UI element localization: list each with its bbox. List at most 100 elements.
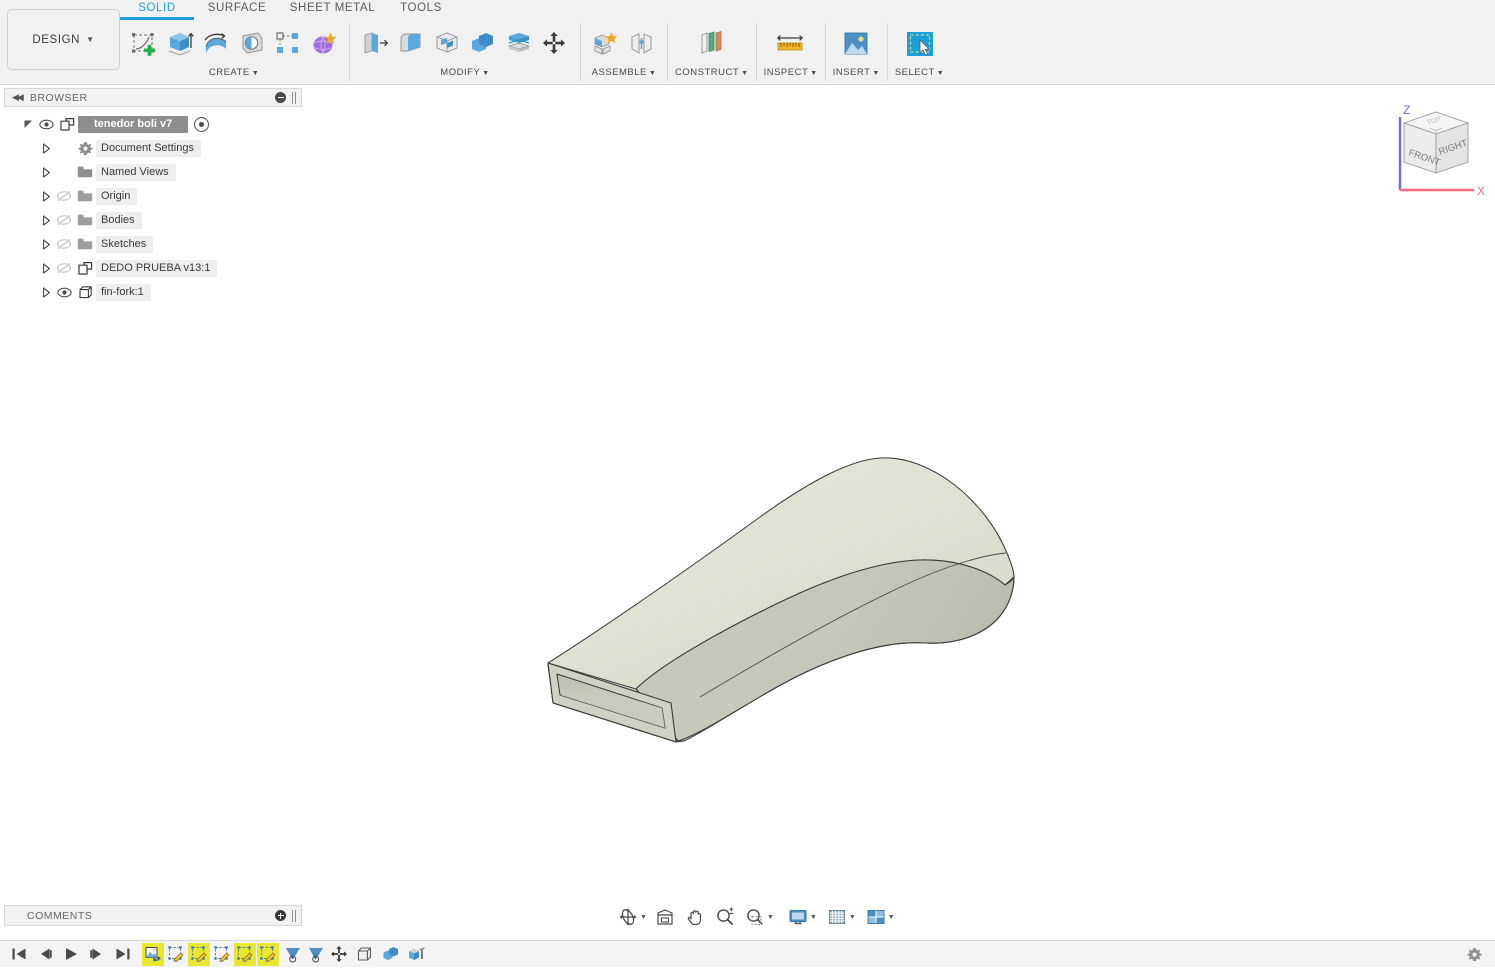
offset-face-icon[interactable] <box>501 24 537 64</box>
zoom-window-icon[interactable]: ▼ <box>745 907 774 927</box>
timeline-play-button[interactable] <box>58 941 84 968</box>
timeline-feature-move-copy[interactable] <box>328 943 350 966</box>
tab-sheet-metal[interactable]: SHEET METAL <box>280 0 385 20</box>
orbit-icon[interactable]: ▼ <box>618 907 647 927</box>
z-axis-label: Z <box>1403 103 1410 117</box>
tab-surface[interactable]: SURFACE <box>194 0 280 20</box>
timeline-feature-sketch-1[interactable] <box>165 943 187 966</box>
tab-solid-label: SOLID <box>138 2 176 14</box>
zoom-icon[interactable] <box>715 907 735 927</box>
visibility-eye-off-icon[interactable] <box>54 214 74 226</box>
ribbon-group-create-label[interactable]: CREATE▼ <box>209 67 259 78</box>
expand-arrow-icon[interactable] <box>38 143 54 154</box>
move-copy-icon[interactable] <box>537 24 573 64</box>
tab-solid[interactable]: SOLID <box>120 0 194 20</box>
view-cube[interactable]: Z X FRONT RIGHT TOP <box>1378 95 1490 203</box>
timeline-feature-extrude[interactable] <box>406 943 428 966</box>
new-component-icon[interactable] <box>588 24 624 64</box>
timeline-feature-sketch-4[interactable] <box>234 943 256 966</box>
tree-node-origin[interactable]: Origin <box>4 184 302 208</box>
visibility-eye-off-icon[interactable] <box>54 238 74 250</box>
visibility-eye-off-icon[interactable] <box>54 190 74 202</box>
tree-node-root[interactable]: tenedor boli v7 <box>4 112 302 136</box>
viewport-layout-icon[interactable]: ▼ <box>866 907 895 927</box>
timeline-feature-sketch-3[interactable] <box>211 943 233 966</box>
timeline-settings-gear-icon[interactable] <box>1467 947 1482 967</box>
expand-arrow-icon[interactable] <box>38 239 54 250</box>
joint-icon[interactable] <box>624 24 660 64</box>
expand-arrow-icon[interactable] <box>38 287 54 298</box>
minus-circle-icon[interactable] <box>275 92 286 103</box>
tree-node-bodies[interactable]: Bodies <box>4 208 302 232</box>
chevron-down-icon: ▼ <box>741 70 748 77</box>
timeline-step-backward-button[interactable] <box>32 941 58 968</box>
press-pull-icon[interactable] <box>357 24 393 64</box>
measure-icon[interactable] <box>773 24 809 64</box>
comments-title: COMMENTS <box>27 910 275 922</box>
pan-hand-icon[interactable] <box>685 907 705 927</box>
visibility-eye-off-icon[interactable] <box>54 262 74 274</box>
expand-arrow-icon[interactable] <box>38 215 54 226</box>
tab-surface-label: SURFACE <box>208 2 267 14</box>
folder-icon <box>74 189 96 203</box>
expand-arrow-icon[interactable] <box>38 263 54 274</box>
plus-circle-icon[interactable] <box>275 910 286 921</box>
ribbon-group-assemble-label[interactable]: ASSEMBLE▼ <box>592 67 657 78</box>
expand-arrow-icon[interactable] <box>38 167 54 178</box>
activate-component-radio[interactable] <box>194 117 209 132</box>
select-window-icon[interactable] <box>902 24 938 64</box>
ribbon-group-inspect-label[interactable]: INSPECT▼ <box>764 67 818 78</box>
ribbon-group-construct-label[interactable]: CONSTRUCT▼ <box>675 67 749 78</box>
visibility-eye-icon[interactable] <box>36 119 56 130</box>
tree-node-dedo-prueba[interactable]: DEDO PRUEBA v13:1 <box>4 256 302 280</box>
insert-image-icon[interactable] <box>838 24 874 64</box>
timeline-feature-insert-canvas[interactable] <box>142 943 164 966</box>
timeline-feature-loft-1[interactable] <box>282 943 304 966</box>
tree-node-document-settings[interactable]: Document Settings <box>4 136 302 160</box>
revolve-icon[interactable] <box>198 24 234 64</box>
timeline-feature-body[interactable] <box>354 943 376 966</box>
ribbon-group-insert-label[interactable]: INSERT▼ <box>833 67 880 78</box>
display-settings-icon[interactable]: ▼ <box>788 907 817 927</box>
workspace-switcher-button[interactable]: DESIGN ▼ <box>7 9 120 70</box>
tree-node-fin-fork[interactable]: fin-fork:1 <box>4 280 302 304</box>
double-chevron-left-icon[interactable]: ◀◀ <box>12 92 22 103</box>
ribbon-group-assemble: ASSEMBLE▼ <box>588 20 660 82</box>
tab-tools[interactable]: TOOLS <box>385 0 457 20</box>
navigation-bar: ▼ ▼ <box>618 903 899 931</box>
expand-arrow-icon[interactable] <box>38 191 54 202</box>
browser-tree: tenedor boli v7 Document Settings Named … <box>4 112 302 304</box>
timeline-feature-loft-2[interactable] <box>305 943 327 966</box>
fillet-icon[interactable] <box>393 24 429 64</box>
offset-plane-icon[interactable] <box>694 24 730 64</box>
extrude-icon[interactable] <box>162 24 198 64</box>
x-axis-label: X <box>1477 184 1485 198</box>
comments-panel-header[interactable]: COMMENTS <box>4 905 302 926</box>
look-at-icon[interactable] <box>655 907 675 927</box>
pattern-icon[interactable] <box>270 24 306 64</box>
create-sketch-icon[interactable] <box>126 24 162 64</box>
visibility-eye-icon[interactable] <box>54 287 74 298</box>
combine-icon[interactable] <box>465 24 501 64</box>
timeline-feature-combine[interactable] <box>380 943 402 966</box>
tab-tools-label: TOOLS <box>400 2 442 14</box>
panel-resize-grip[interactable] <box>292 910 296 922</box>
form-icon[interactable] <box>306 24 342 64</box>
chevron-down-icon: ▼ <box>810 914 817 921</box>
fin-fork-body[interactable] <box>548 458 1014 742</box>
grid-snaps-icon[interactable]: ▼ <box>827 907 856 927</box>
panel-resize-grip[interactable] <box>292 92 296 104</box>
timeline-feature-sketch-2[interactable] <box>188 943 210 966</box>
tree-node-named-views[interactable]: Named Views <box>4 160 302 184</box>
expand-arrow-icon[interactable] <box>20 119 36 130</box>
timeline-skip-to-beginning-button[interactable] <box>6 941 32 968</box>
timeline-feature-sketch-5[interactable] <box>257 943 279 966</box>
ribbon-group-modify-label[interactable]: MODIFY▼ <box>440 67 489 78</box>
shell-icon[interactable] <box>429 24 465 64</box>
tree-node-sketches[interactable]: Sketches <box>4 232 302 256</box>
timeline-skip-to-end-button[interactable] <box>110 941 136 968</box>
ribbon-tab-bar: SOLID SURFACE SHEET METAL TOOLS <box>120 0 457 20</box>
sweep-icon[interactable] <box>234 24 270 64</box>
timeline-step-forward-button[interactable] <box>84 941 110 968</box>
ribbon-group-select-label[interactable]: SELECT▼ <box>895 67 944 78</box>
